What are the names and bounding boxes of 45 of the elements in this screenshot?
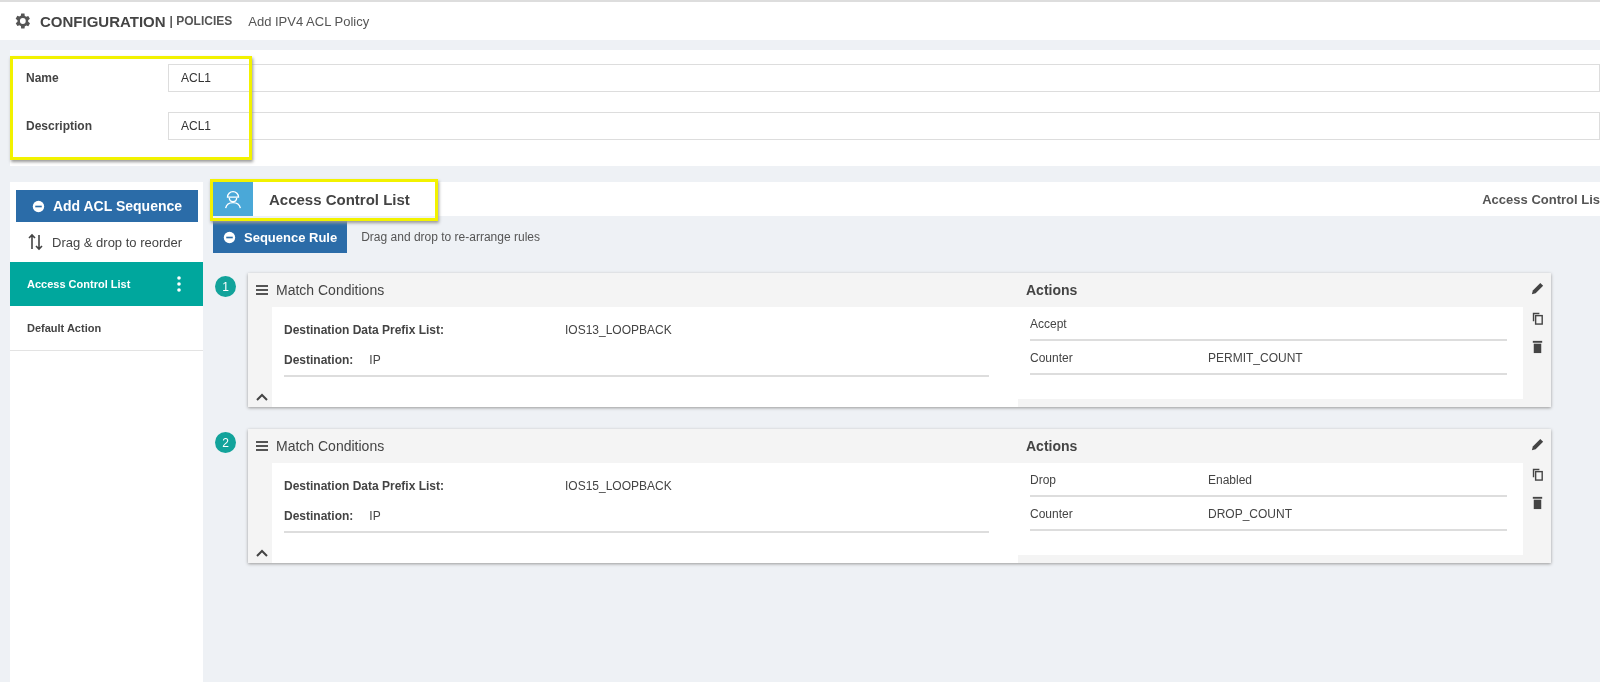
match-conditions-title: Match Conditions <box>276 438 385 454</box>
field-label: Description <box>25 119 93 133</box>
collapse-icon[interactable] <box>256 393 268 401</box>
breadcrumb-text: Access Control Lis <box>1482 191 1600 207</box>
field-label: Name <box>25 71 60 85</box>
sidebar-item[interactable]: Default Action <box>10 306 203 351</box>
drag-hint: Drag & drop to reorder <box>52 234 183 250</box>
action-value: DROP_COUNT <box>1208 507 1292 521</box>
edit-icon[interactable] <box>1529 281 1545 296</box>
page-section: | POLICIES <box>169 14 233 28</box>
condition-value: IOS13_LOOPBACK <box>565 323 672 337</box>
condition-value: IOS15_LOOPBACK <box>565 479 672 493</box>
actions-title: Actions <box>1026 438 1078 454</box>
condition-value: IP <box>369 509 381 523</box>
rearrange-hint: Drag and drop to re-arrange rules <box>361 230 540 244</box>
match-conditions-title: Match Conditions <box>276 282 385 298</box>
condition-label: Destination: <box>284 509 354 523</box>
more-icon[interactable] <box>177 276 181 292</box>
drag-handle-icon[interactable] <box>256 285 268 295</box>
section-title: Access Control List <box>269 190 410 208</box>
action-label: Counter <box>1030 507 1074 521</box>
action-label: Counter <box>1030 351 1074 365</box>
action-value: Enabled <box>1208 473 1253 487</box>
page-title: CONFIGURATION <box>40 12 166 30</box>
action-label: Drop <box>1030 473 1057 487</box>
drag-handle-icon[interactable] <box>256 441 268 451</box>
sequence-number: 1 <box>215 276 236 297</box>
input-field[interactable]: ACL1 <box>168 64 1600 92</box>
collapse-icon[interactable] <box>256 549 268 557</box>
page-subtitle: Add IPV4 ACL Policy <box>248 13 370 29</box>
edit-icon[interactable] <box>1529 437 1545 452</box>
action-label: Accept <box>1030 317 1068 331</box>
condition-value: IP <box>369 353 381 367</box>
sequence-number: 2 <box>215 432 236 453</box>
input-field[interactable]: ACL1 <box>168 112 1600 140</box>
minus-circle-icon <box>223 230 236 244</box>
condition-label: Destination: <box>284 353 354 367</box>
sequence-rule-button[interactable]: Sequence Rule <box>213 221 348 253</box>
condition-label: Destination Data Prefix List: <box>284 323 446 337</box>
actions-title: Actions <box>1026 282 1078 298</box>
add-sequence-button[interactable]: Add ACL Sequence <box>16 190 198 222</box>
reorder-arrows-icon <box>28 233 44 251</box>
minus-circle-icon <box>31 199 45 213</box>
condition-label: Destination Data Prefix List: <box>284 479 446 493</box>
action-value: PERMIT_COUNT <box>1208 351 1303 365</box>
